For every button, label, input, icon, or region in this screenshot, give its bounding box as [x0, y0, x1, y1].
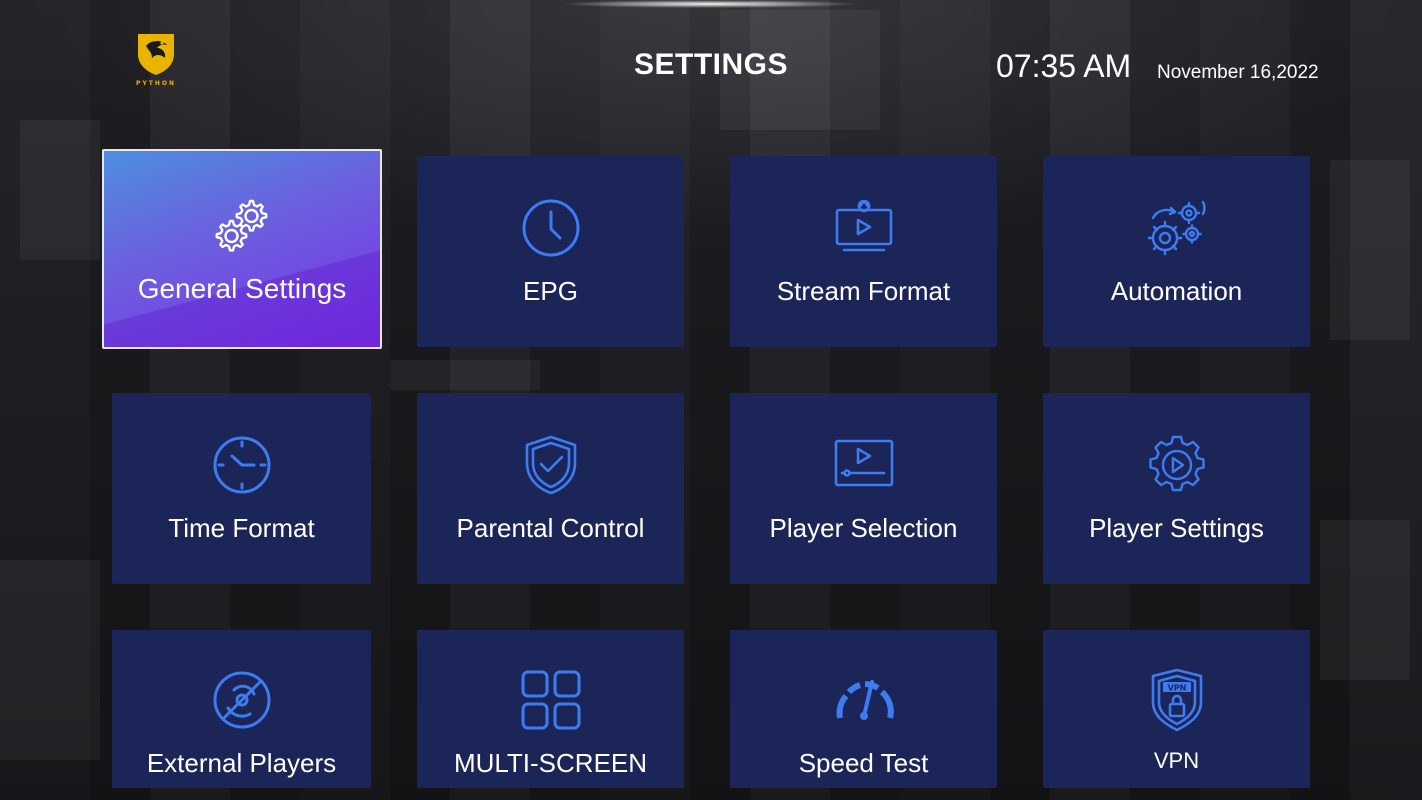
tile-label: External Players — [146, 748, 337, 778]
speedometer-icon — [832, 668, 896, 732]
tile-label: Player Selection — [769, 513, 958, 543]
dragon-shield-icon — [138, 34, 174, 75]
app-logo: PYTHON — [128, 30, 184, 92]
tile-external-players[interactable]: External Players — [112, 630, 371, 788]
tile-general-settings[interactable]: General Settings — [102, 149, 382, 349]
tile-label: Time Format — [168, 513, 315, 543]
tile-player-settings[interactable]: Player Settings — [1043, 393, 1310, 584]
grid-icon — [519, 668, 583, 732]
svg-text:VPN: VPN — [1167, 684, 1186, 693]
tile-label: Automation — [1110, 276, 1243, 306]
gear-icon — [210, 193, 274, 257]
clock-time: 07:35 AM — [996, 48, 1132, 84]
gears-icon — [1145, 196, 1209, 260]
tile-automation[interactable]: Automation — [1043, 156, 1310, 347]
tile-label: General Settings — [137, 273, 347, 304]
time-icon — [210, 433, 274, 497]
tile-player-selection[interactable]: Player Selection — [730, 393, 997, 584]
logo-text: PYTHON — [136, 80, 176, 87]
stream-icon — [832, 196, 896, 260]
player-icon — [832, 433, 896, 497]
page-title: SETTINGS — [633, 48, 788, 81]
tile-label: Parental Control — [456, 513, 645, 543]
current-date: November 16,2022 — [1157, 62, 1319, 83]
tile-label: VPN — [1153, 748, 1200, 773]
disc-icon — [210, 668, 274, 732]
tile-label: MULTI-SCREEN — [453, 748, 648, 778]
tile-parental-control[interactable]: Parental Control — [417, 393, 684, 584]
tile-label: Stream Format — [776, 276, 951, 306]
shield-check-icon — [519, 433, 583, 497]
tile-epg[interactable]: EPG — [417, 156, 684, 347]
tile-time-format[interactable]: Time Format — [112, 393, 371, 584]
clock-icon — [519, 196, 583, 260]
tile-vpn[interactable]: VPN VPN — [1043, 630, 1310, 788]
tile-speed-test[interactable]: Speed Test — [730, 630, 997, 788]
top-light-glow — [560, 0, 860, 8]
tile-multi-screen[interactable]: MULTI-SCREEN — [417, 630, 684, 788]
vpn-shield-icon: VPN — [1145, 668, 1209, 732]
tile-stream-format[interactable]: Stream Format — [730, 156, 997, 347]
play-gear-icon — [1145, 433, 1209, 497]
tile-label: Player Settings — [1089, 513, 1264, 543]
tile-label: Speed Test — [798, 748, 929, 778]
tile-label: EPG — [523, 276, 578, 306]
